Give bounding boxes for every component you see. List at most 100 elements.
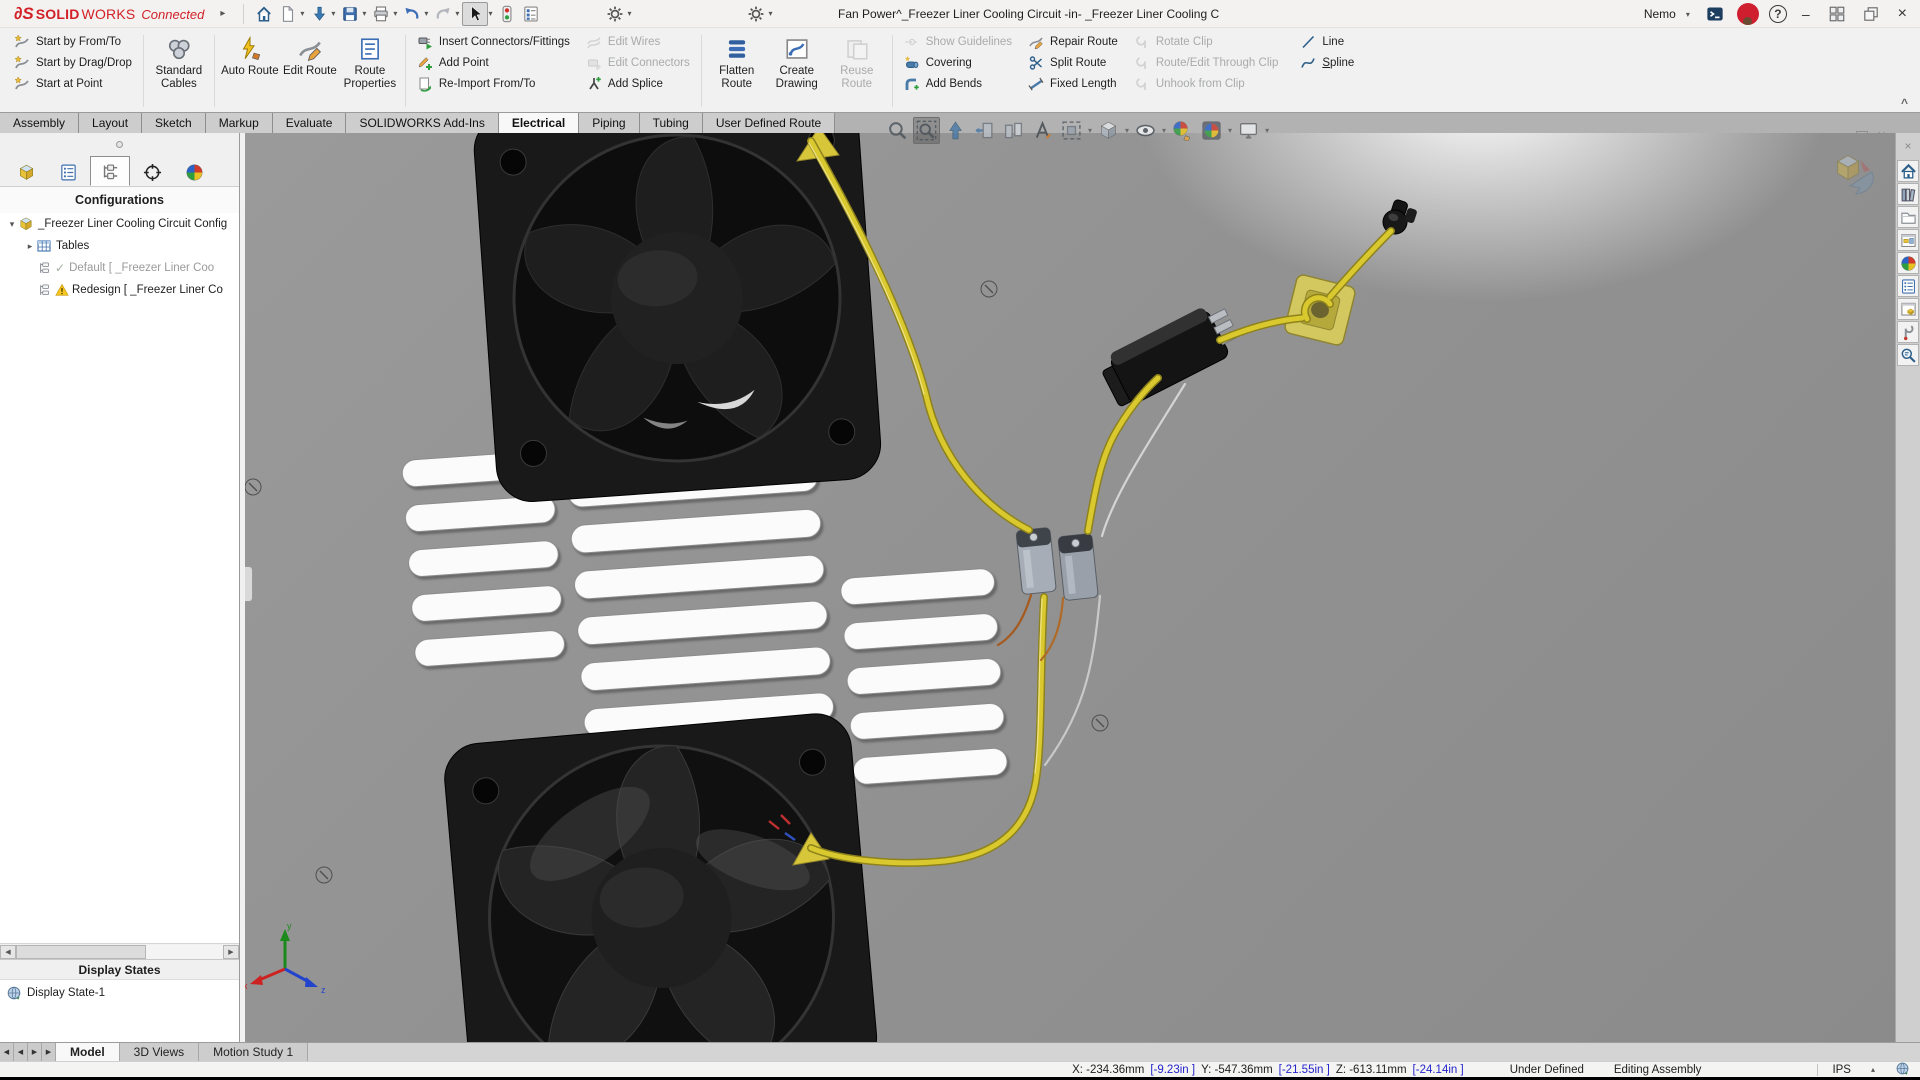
zoom-area-button[interactable] bbox=[913, 117, 940, 144]
chevron-down-icon[interactable]: ▾ bbox=[1228, 126, 1232, 135]
chevron-down-icon[interactable]: ▾ bbox=[300, 9, 304, 18]
tab-assembly[interactable]: Assembly bbox=[0, 113, 79, 133]
user-chevron-down-icon[interactable]: ▾ bbox=[1686, 10, 1690, 19]
rebuild-button[interactable] bbox=[495, 2, 519, 26]
settings-gear-button[interactable] bbox=[744, 2, 768, 26]
tile-windows-button[interactable] bbox=[1825, 2, 1849, 26]
design-checker-button[interactable] bbox=[1897, 344, 1919, 366]
tab-tubing[interactable]: Tubing bbox=[640, 113, 703, 133]
doc-minimize-button[interactable]: – bbox=[1840, 128, 1847, 143]
tree-item-tables[interactable]: ▸ Tables bbox=[0, 235, 239, 257]
split-route-button[interactable]: Split Route bbox=[1024, 52, 1122, 73]
chevron-down-icon[interactable]: ▾ bbox=[627, 9, 631, 18]
ribbon-collapse-chevron[interactable]: ^ bbox=[1901, 96, 1908, 110]
apply-scene-button[interactable] bbox=[1198, 117, 1225, 144]
chevron-down-icon[interactable]: ▾ bbox=[331, 9, 335, 18]
new-document-button[interactable] bbox=[276, 2, 300, 26]
tag-globe-icon[interactable] bbox=[1895, 1061, 1910, 1079]
cooling-fan-bottom[interactable] bbox=[442, 711, 880, 1042]
route-properties-button[interactable]: Route Properties bbox=[340, 31, 400, 111]
3dexperience-home-button[interactable] bbox=[1897, 160, 1919, 182]
terminal-blocks[interactable] bbox=[1016, 527, 1099, 600]
cooling-fan-top[interactable] bbox=[472, 133, 883, 504]
print-button[interactable] bbox=[369, 2, 393, 26]
tab-property-manager[interactable] bbox=[48, 159, 88, 186]
save-button[interactable] bbox=[338, 2, 362, 26]
view-palette-button[interactable] bbox=[1897, 229, 1919, 251]
flatten-route-button[interactable]: Flatten Route bbox=[707, 31, 767, 111]
wire-connector[interactable] bbox=[1096, 298, 1244, 411]
start-by-fromto-button[interactable]: Start by From/To bbox=[10, 31, 136, 52]
tree-item-config-default[interactable]: ✓ Default [ _Freezer Liner Coo bbox=[0, 257, 239, 279]
tab-3d-views[interactable]: 3D Views bbox=[120, 1043, 199, 1061]
chevron-down-icon[interactable]: ▾ bbox=[488, 9, 492, 18]
tab-piping[interactable]: Piping bbox=[579, 113, 639, 133]
open-button[interactable] bbox=[307, 2, 331, 26]
tab-layout[interactable]: Layout bbox=[79, 113, 142, 133]
last-tab-button[interactable]: ▶ bbox=[42, 1043, 56, 1061]
chevron-down-icon[interactable]: ▾ bbox=[362, 9, 366, 18]
scrollbar-track[interactable] bbox=[16, 945, 223, 959]
next-tab-button[interactable]: ▶ bbox=[28, 1043, 42, 1061]
chevron-down-icon[interactable]: ▾ bbox=[1088, 126, 1092, 135]
zoom-fit-button[interactable] bbox=[884, 117, 911, 144]
tree-expand-icon[interactable]: ▾ bbox=[6, 219, 18, 230]
tab-evaluate[interactable]: Evaluate bbox=[273, 113, 347, 133]
view-settings-button[interactable] bbox=[1058, 117, 1085, 144]
routing-clips-button[interactable] bbox=[1897, 321, 1919, 343]
repair-route-button[interactable]: Repair Route bbox=[1024, 31, 1122, 52]
user-avatar[interactable] bbox=[1737, 3, 1759, 25]
panel-horizontal-scrollbar[interactable]: ◀ ▶ bbox=[0, 943, 239, 959]
tab-sketch[interactable]: Sketch bbox=[142, 113, 206, 133]
add-bends-button[interactable]: Add Bends bbox=[900, 73, 1016, 94]
undo-button[interactable] bbox=[400, 2, 424, 26]
view-settings-monitor-button[interactable] bbox=[1235, 117, 1262, 144]
chevron-down-icon[interactable]: ▾ bbox=[1265, 126, 1269, 135]
units-selector[interactable]: IPS bbox=[1832, 1064, 1851, 1076]
annotations-button[interactable] bbox=[1029, 117, 1056, 144]
first-tab-button[interactable]: ◀ bbox=[0, 1043, 14, 1061]
graphics-viewport[interactable]: y x z bbox=[245, 133, 1895, 1042]
close-button[interactable]: × bbox=[1893, 5, 1912, 23]
restore-window-button[interactable] bbox=[1859, 2, 1883, 26]
scroll-left-button[interactable]: ◀ bbox=[0, 945, 16, 959]
spline-button[interactable]: Spline bbox=[1296, 52, 1358, 73]
tab-dimxpert-manager[interactable] bbox=[132, 159, 172, 186]
tab-user-defined-route[interactable]: User Defined Route bbox=[703, 113, 835, 133]
display-style-button[interactable] bbox=[1132, 117, 1159, 144]
create-drawing-button[interactable]: Create Drawing bbox=[767, 31, 827, 111]
wire-harness[interactable] bbox=[809, 141, 1391, 863]
chevron-down-icon[interactable]: ▾ bbox=[1162, 126, 1166, 135]
properties-window-button[interactable] bbox=[1897, 298, 1919, 320]
doc-close-button[interactable]: × bbox=[1877, 127, 1886, 144]
scroll-right-button[interactable]: ▶ bbox=[223, 945, 239, 959]
chevron-down-icon[interactable]: ▾ bbox=[393, 9, 397, 18]
file-explorer-button[interactable] bbox=[1897, 206, 1919, 228]
section-view-button[interactable] bbox=[971, 117, 998, 144]
tree-item-root[interactable]: ▾ _Freezer Liner Cooling Circuit Config bbox=[0, 213, 239, 235]
add-point-button[interactable]: Add Point bbox=[413, 52, 574, 73]
prev-tab-button[interactable]: ◀ bbox=[14, 1043, 28, 1061]
custom-properties-button[interactable] bbox=[1897, 275, 1919, 297]
chevron-down-icon[interactable]: ▾ bbox=[768, 9, 772, 18]
panel-splitter[interactable] bbox=[0, 133, 239, 155]
auto-route-button[interactable]: Auto Route bbox=[220, 31, 280, 111]
tab-feature-tree[interactable] bbox=[6, 159, 46, 186]
tab-motion-study[interactable]: Motion Study 1 bbox=[199, 1043, 308, 1061]
options-gear-button[interactable] bbox=[603, 2, 627, 26]
3dexperience-terminal-icon[interactable] bbox=[1703, 2, 1727, 26]
fixed-length-button[interactable]: Fixed Length bbox=[1024, 73, 1122, 94]
line-button[interactable]: Line bbox=[1296, 31, 1358, 52]
standard-cables-button[interactable]: Standard Cables bbox=[149, 31, 209, 111]
edit-route-button[interactable]: Edit Route bbox=[280, 31, 340, 111]
select-tool-button[interactable] bbox=[462, 2, 488, 26]
edit-appearance-button[interactable] bbox=[1169, 117, 1196, 144]
insert-connectors-button[interactable]: Insert Connectors/Fittings bbox=[413, 31, 574, 52]
user-name[interactable]: Nemo bbox=[1644, 7, 1676, 21]
logo-flyout-icon[interactable]: ▸ bbox=[220, 8, 225, 19]
display-state-item[interactable]: Display State-1 bbox=[6, 985, 233, 1001]
start-at-point-button[interactable]: Start at Point bbox=[10, 73, 136, 94]
dynamic-annotation-button[interactable] bbox=[1000, 117, 1027, 144]
tab-markup[interactable]: Markup bbox=[206, 113, 273, 133]
chevron-down-icon[interactable]: ▾ bbox=[1125, 126, 1129, 135]
